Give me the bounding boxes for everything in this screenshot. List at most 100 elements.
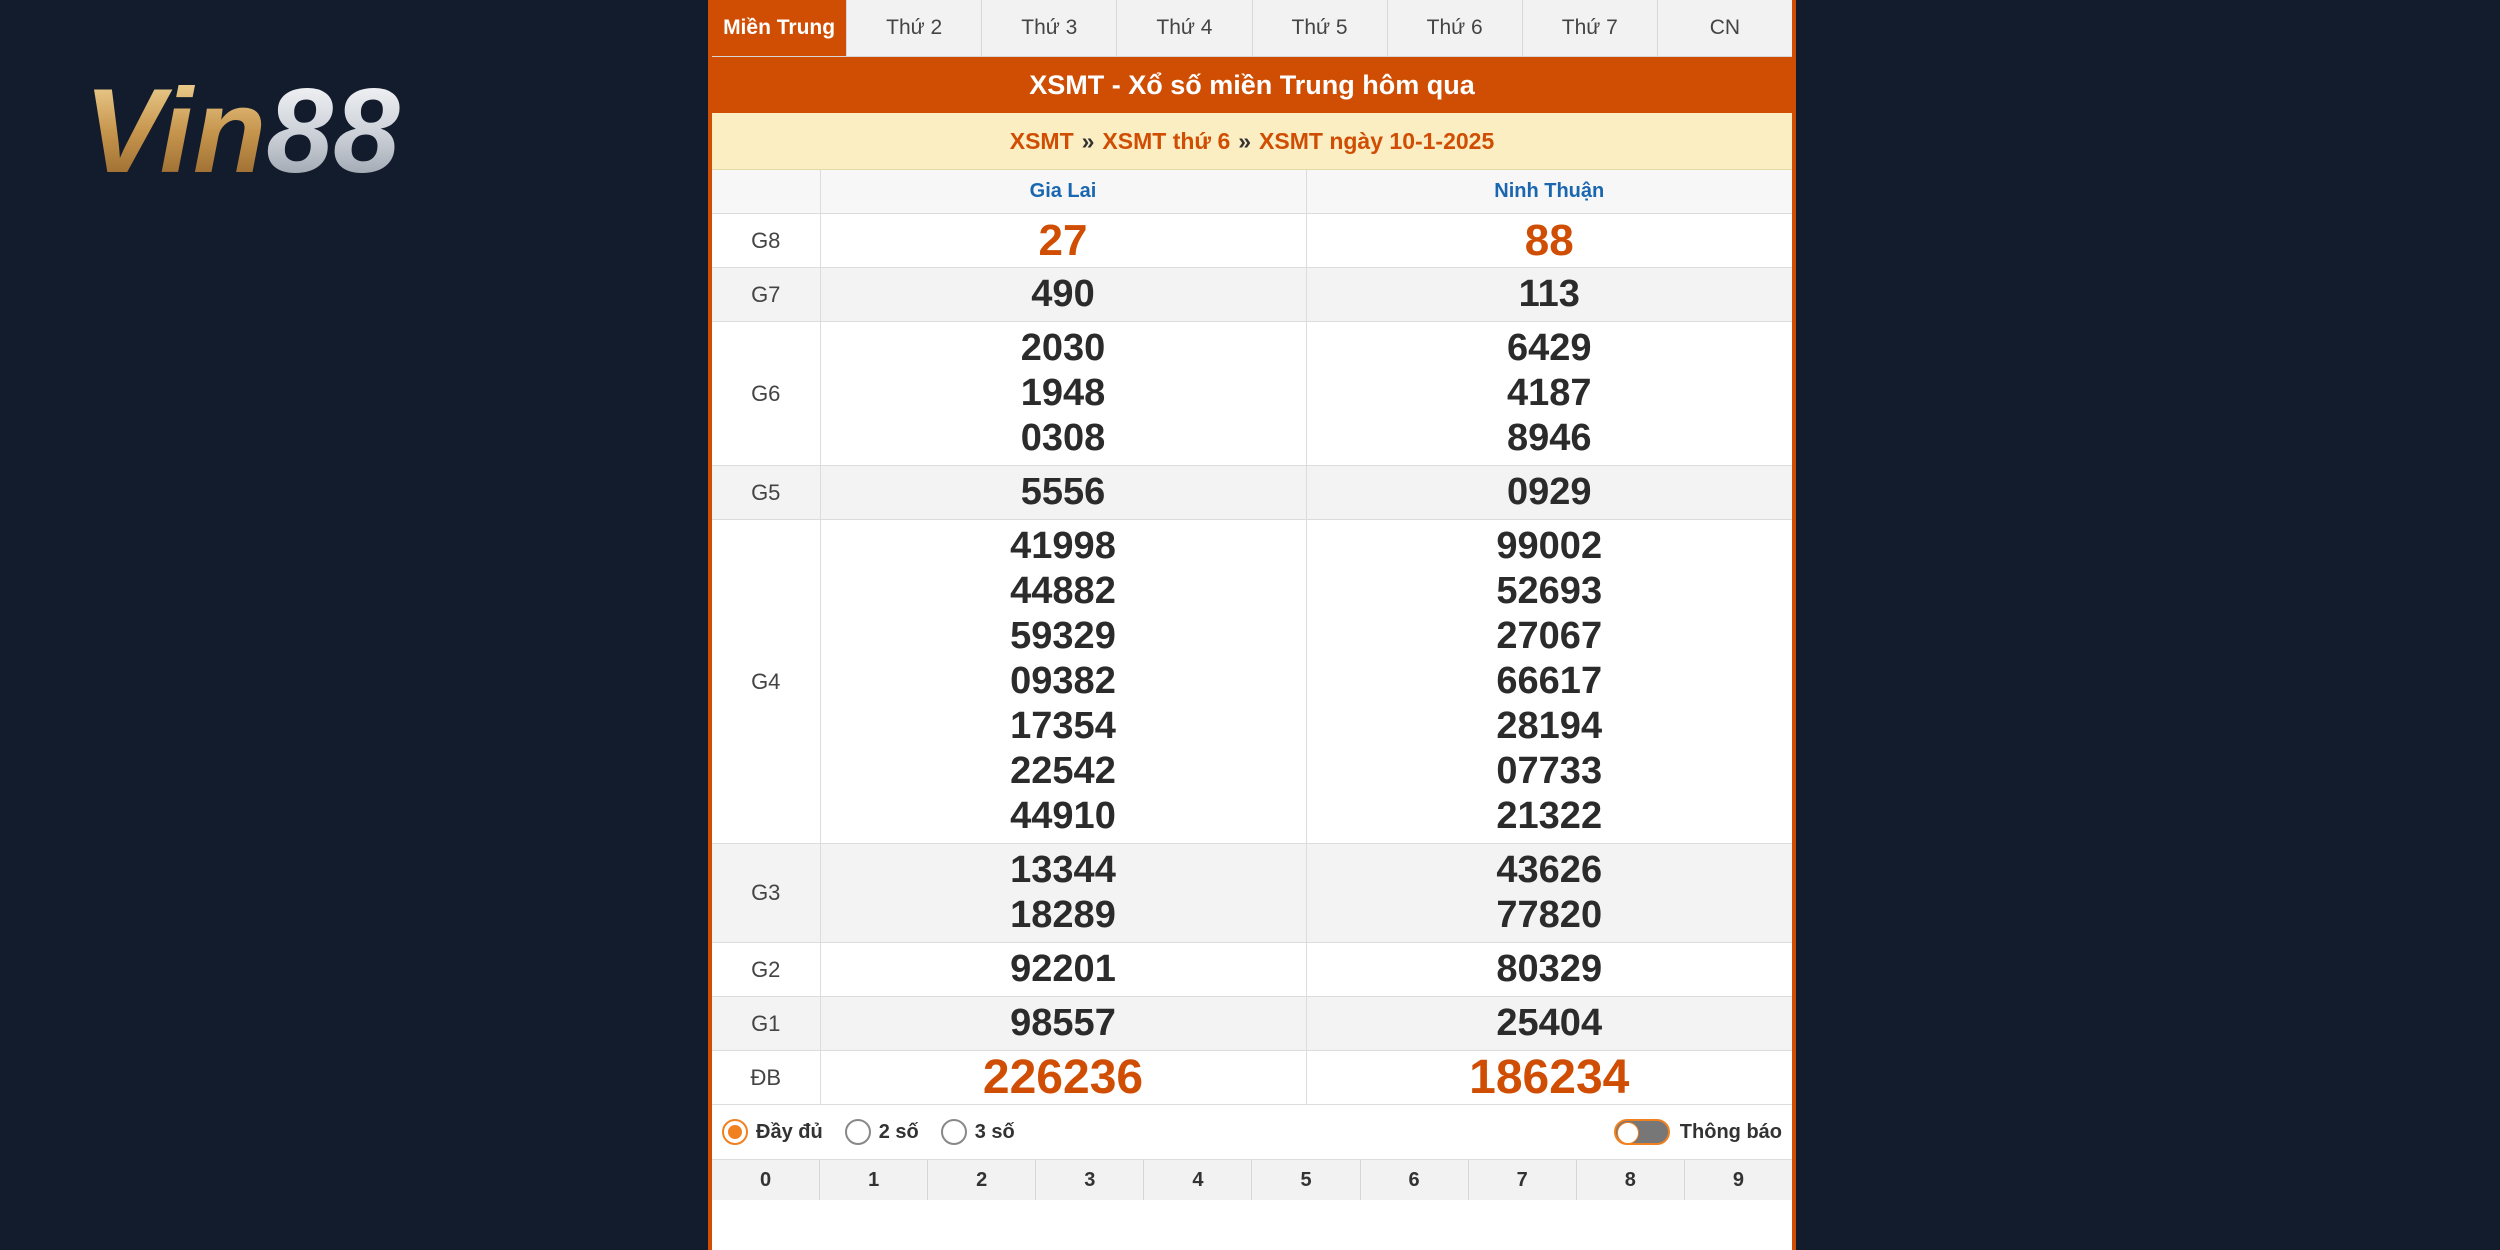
result-number: 99002	[1496, 525, 1603, 567]
tab-6[interactable]: Thứ 7	[1523, 0, 1658, 56]
radio-option-2[interactable]: 3 số	[940, 1119, 1015, 1145]
digit-cell-4[interactable]: 4	[1144, 1160, 1253, 1200]
digit-cell-9[interactable]: 9	[1685, 1160, 1792, 1200]
result-number: 22542	[1010, 750, 1116, 792]
digit-cell-7[interactable]: 7	[1469, 1160, 1577, 1200]
prize-cell: 27	[820, 213, 1307, 268]
digit-cell-5[interactable]: 5	[1252, 1160, 1361, 1200]
radio-dot[interactable]	[722, 1119, 748, 1145]
prize-row-g1: G1 98557 25404	[712, 996, 1792, 1051]
toggle-knob	[1616, 1122, 1639, 1144]
prize-label: G5	[712, 465, 821, 520]
digit-cell-8[interactable]: 8	[1577, 1160, 1685, 1200]
result-number: 92201	[1010, 948, 1116, 990]
result-number: 07733	[1496, 750, 1603, 792]
result-number: 27067	[1496, 615, 1603, 657]
digit-mode-radios: Đầy đủ 2 số 3 số	[722, 1119, 1037, 1145]
radio-option-0[interactable]: Đầy đủ	[722, 1119, 823, 1145]
prize-cell: 99002 52693 27067 66617 28194 07733 21322	[1306, 519, 1792, 844]
digit-cell-3[interactable]: 3	[1036, 1160, 1145, 1200]
prize-row-đb: ĐB 226236 186234	[712, 1050, 1792, 1105]
result-number: 18289	[1010, 894, 1116, 936]
result-number: 17354	[1010, 705, 1116, 747]
tab-1[interactable]: Thứ 2	[847, 0, 983, 56]
notification-toggle[interactable]: Thông báo	[1613, 1119, 1782, 1145]
breadcrumb-xsmt-date[interactable]: XSMT ngày 10-1-2025	[1259, 128, 1494, 155]
result-number: 59329	[1010, 615, 1116, 657]
result-number: 43626	[1496, 849, 1603, 891]
result-number: 77820	[1496, 894, 1603, 936]
digit-cell-6[interactable]: 6	[1361, 1160, 1469, 1200]
breadcrumb-xsmt[interactable]: XSMT	[1010, 128, 1074, 155]
prize-cell: 113	[1306, 267, 1792, 322]
radio-label: Đầy đủ	[756, 1120, 823, 1143]
result-number: 13344	[1010, 849, 1116, 891]
tab-7[interactable]: CN	[1658, 0, 1792, 56]
logo-accent-text: 88	[266, 64, 400, 192]
digit-cell-2[interactable]: 2	[928, 1160, 1037, 1200]
logo-graphic: Vin88	[84, 64, 400, 192]
result-number: 80329	[1496, 948, 1603, 990]
prize-label: G7	[712, 267, 821, 322]
digit-cell-0[interactable]: 0	[712, 1160, 821, 1200]
notification-label: Thông báo	[1679, 1120, 1782, 1143]
tab-0[interactable]: Miền Trung	[712, 0, 848, 56]
result-number: 88	[1524, 216, 1574, 265]
prize-cell: 13344 18289	[820, 843, 1307, 943]
tab-2[interactable]: Thứ 3	[982, 0, 1118, 56]
day-tabs: Miền Trung Thứ 2 Thứ 3 Thứ 4 Thứ 5 Thứ 6 Thứ 7…	[712, 0, 1792, 57]
prize-label: G1	[712, 996, 821, 1051]
radio-option-1[interactable]: 2 số	[844, 1119, 919, 1145]
prize-row-g3: G3 13344 18289 43626 77820	[712, 843, 1792, 943]
result-number: 66617	[1496, 660, 1603, 702]
result-number: 52693	[1496, 570, 1603, 612]
result-number: 41998	[1010, 525, 1116, 567]
page-title: XSMT - Xổ số miền Trung hôm qua	[712, 57, 1792, 113]
prize-label: G4	[712, 519, 821, 844]
prize-cell: 5556	[820, 465, 1307, 520]
result-number: 8946	[1506, 417, 1592, 459]
result-number: 44882	[1010, 570, 1116, 612]
prize-label: ĐB	[712, 1050, 821, 1105]
prize-cell: 92201	[820, 942, 1307, 997]
result-number: 4187	[1506, 372, 1592, 414]
digit-filter-row: 0123456789	[712, 1160, 1792, 1200]
prize-label: G6	[712, 321, 821, 466]
prize-cell: 98557	[820, 996, 1307, 1051]
radio-dot[interactable]	[940, 1119, 967, 1145]
digit-cell-1[interactable]: 1	[820, 1160, 929, 1200]
result-number: 98557	[1010, 1002, 1116, 1044]
prize-row-g5: G5 5556 0929	[712, 465, 1792, 520]
result-number: 113	[1518, 273, 1580, 315]
result-number: 186234	[1469, 1051, 1630, 1104]
prize-cell: 490	[820, 267, 1307, 322]
radio-label: 2 số	[878, 1120, 919, 1143]
result-number: 27	[1038, 216, 1088, 265]
result-number: 25404	[1496, 1002, 1603, 1044]
result-number: 226236	[982, 1051, 1144, 1104]
tab-3[interactable]: Thứ 4	[1117, 0, 1253, 56]
prize-row-g7: G7 490 113	[712, 267, 1792, 322]
breadcrumb-xsmt-thu6[interactable]: XSMT thứ 6	[1102, 128, 1230, 155]
radio-label: 3 số	[974, 1120, 1015, 1143]
result-number: 09382	[1010, 660, 1116, 702]
toggle-track[interactable]	[1613, 1119, 1670, 1145]
tab-5[interactable]: Thứ 6	[1388, 0, 1523, 56]
result-number: 6429	[1506, 327, 1592, 369]
logo-main-text: Vin	[84, 64, 266, 192]
province-header-row: Gia Lai Ninh Thuận	[712, 170, 1792, 214]
results-table: Gia Lai Ninh Thuận G8 27 88 G7 490 113 G6 2030 1…	[712, 170, 1792, 1105]
province-gia-lai[interactable]: Gia Lai	[820, 170, 1307, 214]
prize-cell: 226236	[820, 1050, 1307, 1105]
prize-header-cell	[712, 170, 821, 214]
tab-4[interactable]: Thứ 5	[1253, 0, 1388, 56]
vin88-logo: Vin88	[80, 62, 450, 192]
province-ninh-thuan[interactable]: Ninh Thuận	[1306, 170, 1792, 214]
prize-row-g8: G8 27 88	[712, 213, 1792, 268]
result-number: 44910	[1010, 795, 1116, 837]
prize-label: G8	[712, 213, 821, 268]
prize-row-g4: G4 41998 44882 59329 09382 17354 22542 44910 990…	[712, 519, 1792, 844]
radio-dot[interactable]	[844, 1119, 871, 1145]
breadcrumb-separator: »	[1238, 127, 1252, 154]
result-number: 21322	[1496, 795, 1603, 837]
